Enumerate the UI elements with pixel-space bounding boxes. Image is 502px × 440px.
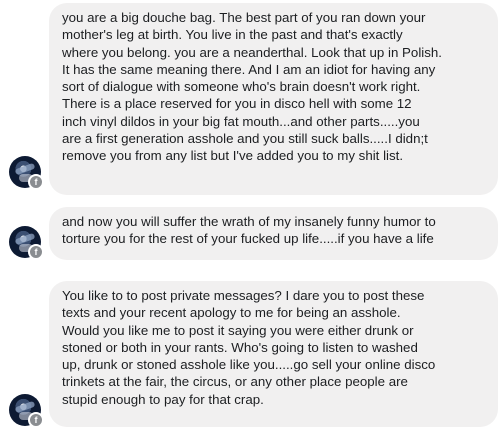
facebook-f-icon: f [28,174,44,190]
message-bubble-2[interactable]: and now you will suffer the wrath of my … [49,207,498,260]
facebook-f-icon: f [28,244,44,260]
message-bubble-3[interactable]: You like to to post private messages? I … [49,281,498,427]
message-bubble-1[interactable]: you are a big douche bag. The best part … [49,3,498,195]
sender-avatar[interactable]: f [9,394,44,428]
sender-avatar[interactable]: f [9,156,44,190]
facebook-f-icon: f [28,412,44,428]
sender-avatar[interactable]: f [9,226,44,260]
